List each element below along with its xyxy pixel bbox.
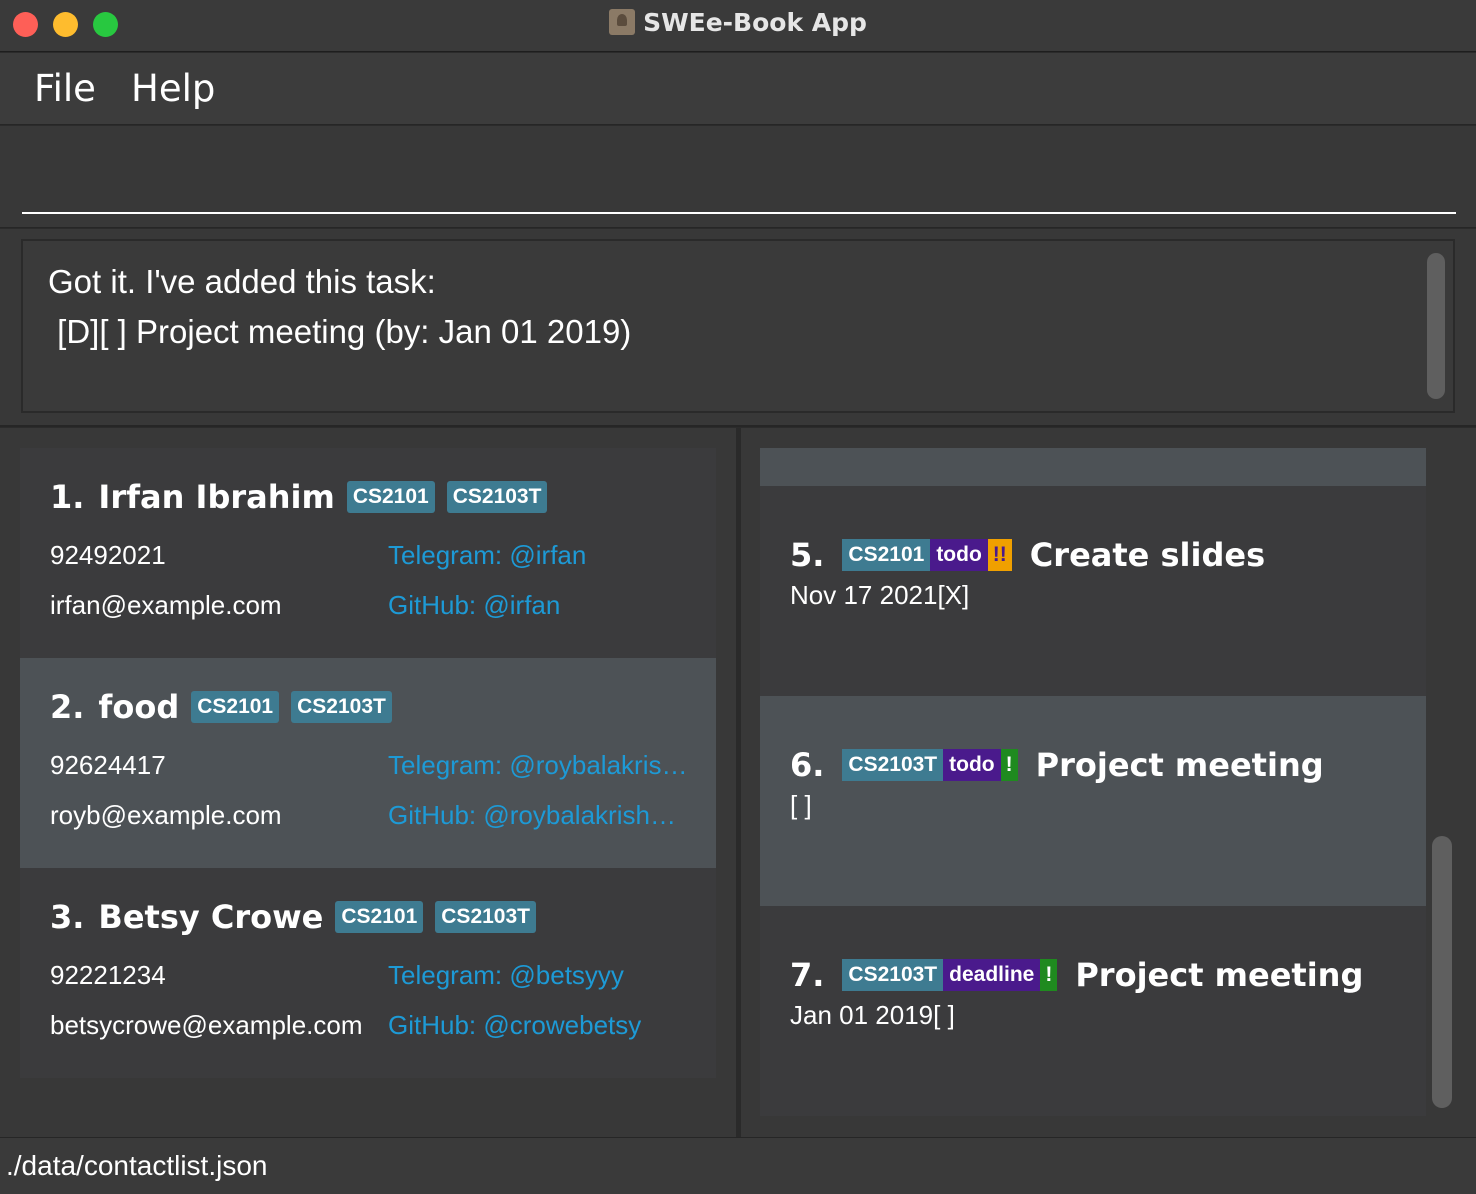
- task-index: 7.: [790, 956, 825, 994]
- person-index: 1.: [50, 478, 85, 516]
- status-file-path: ./data/contactlist.json: [6, 1150, 268, 1181]
- person-name-row: 3. Betsy Crowe CS2101 CS2103T: [50, 898, 536, 936]
- person-tag: CS2101: [191, 691, 280, 723]
- person-github-link[interactable]: GitHub: @irfan: [388, 590, 560, 621]
- task-title: Create slides: [1029, 536, 1266, 574]
- person-tag: CS2103T: [435, 901, 536, 933]
- person-name: Irfan Ibrahim: [98, 478, 335, 516]
- task-list: 5. CS2101 todo!! Create slides Nov 17 2021[…: [760, 448, 1426, 1116]
- person-card[interactable]: 2. food CS2101 CS2103T 92624417 royb@exampl…: [20, 658, 716, 868]
- command-input[interactable]: [22, 146, 1456, 214]
- task-card[interactable]: 5. CS2101 todo!! Create slides Nov 17 2021[…: [760, 486, 1426, 696]
- person-telegram-link[interactable]: Telegram: @irfan: [388, 540, 586, 571]
- task-head-row: 6. CS2103T todo! Project meeting: [790, 746, 1324, 784]
- command-box: [0, 126, 1476, 228]
- person-phone: 92624417: [50, 750, 166, 780]
- person-name-row: 2. food CS2101 CS2103T: [50, 688, 392, 726]
- task-index: 5.: [790, 536, 825, 574]
- task-priority-tag: !!: [987, 539, 1012, 571]
- task-card[interactable]: 6. CS2103T todo! Project meeting [ ]: [760, 696, 1426, 906]
- task-list-scrollbar[interactable]: [1432, 836, 1452, 1108]
- person-name-row: 1. Irfan Ibrahim CS2101 CS2103T: [50, 478, 548, 516]
- task-date-status: Nov 17 2021[X]: [790, 580, 970, 610]
- person-email: irfan@example.com: [50, 590, 282, 620]
- result-scrollbar[interactable]: [1427, 253, 1445, 399]
- person-card[interactable]: 3. Betsy Crowe CS2101 CS2103T 92221234 bets…: [20, 868, 716, 1078]
- task-module-tag: CS2103T: [842, 959, 944, 991]
- task-priority-tag: !: [1000, 749, 1018, 781]
- menu-file[interactable]: File: [34, 67, 96, 110]
- task-title: Project meeting: [1035, 746, 1324, 784]
- person-tag: CS2101: [346, 481, 435, 513]
- person-github-link[interactable]: GitHub: @roybalakrishnan: [388, 800, 690, 831]
- task-card-partial[interactable]: [760, 448, 1426, 486]
- title-bar: SWEe-Book App: [0, 0, 1476, 52]
- result-text: Got it. I've added this task: [D][ ] Pro…: [48, 263, 632, 350]
- app-icon: [609, 9, 636, 35]
- lists-area: 1. Irfan Ibrahim CS2101 CS2103T 92492021 ir…: [0, 428, 1476, 1137]
- person-index: 3.: [50, 898, 85, 936]
- person-list: 1. Irfan Ibrahim CS2101 CS2103T 92492021 ir…: [20, 448, 716, 1078]
- result-box: Got it. I've added this task: [D][ ] Pro…: [21, 239, 1455, 413]
- person-name: food: [98, 688, 180, 726]
- person-email: royb@example.com: [50, 800, 282, 830]
- person-phone: 92221234: [50, 960, 166, 990]
- person-tag: CS2101: [335, 901, 424, 933]
- task-title: Project meeting: [1075, 956, 1364, 994]
- person-phone: 92492021: [50, 540, 166, 570]
- task-module-tag: CS2101: [842, 539, 931, 571]
- person-tag: CS2103T: [291, 691, 392, 723]
- window-title: SWEe-Book App: [643, 8, 867, 37]
- task-priority-tag: !: [1040, 959, 1058, 991]
- person-card[interactable]: 1. Irfan Ibrahim CS2101 CS2103T 92492021 ir…: [20, 448, 716, 658]
- task-type-tag: deadline: [943, 959, 1041, 991]
- menu-help[interactable]: Help: [131, 67, 215, 110]
- person-email: betsycrowe@example.com: [50, 1010, 363, 1040]
- menu-bar: File Help: [0, 53, 1476, 125]
- person-index: 2.: [50, 688, 85, 726]
- person-telegram-link[interactable]: Telegram: @roybalakrishn...: [388, 750, 690, 781]
- task-index: 6.: [790, 746, 825, 784]
- status-bar: ./data/contactlist.json: [0, 1137, 1476, 1194]
- person-telegram-link[interactable]: Telegram: @betsyyy: [388, 960, 624, 991]
- person-github-link[interactable]: GitHub: @crowebetsy: [388, 1010, 641, 1041]
- task-type-tag: todo: [930, 539, 988, 571]
- task-date-status: Jan 01 2019[ ]: [790, 1000, 955, 1030]
- result-display: Got it. I've added this task: [D][ ] Pro…: [0, 229, 1476, 427]
- window-title-wrap: SWEe-Book App: [0, 8, 1476, 37]
- person-name: Betsy Crowe: [98, 898, 324, 936]
- task-type-tag: todo: [943, 749, 1001, 781]
- task-module-tag: CS2103T: [842, 749, 944, 781]
- person-tag: CS2103T: [446, 481, 548, 513]
- list-divider[interactable]: [736, 428, 741, 1137]
- task-date-status: [ ]: [790, 790, 812, 820]
- task-head-row: 5. CS2101 todo!! Create slides: [790, 536, 1265, 574]
- task-card[interactable]: 7. CS2103T deadline! Project meeting Jan 01…: [760, 906, 1426, 1116]
- task-head-row: 7. CS2103T deadline! Project meeting: [790, 956, 1363, 994]
